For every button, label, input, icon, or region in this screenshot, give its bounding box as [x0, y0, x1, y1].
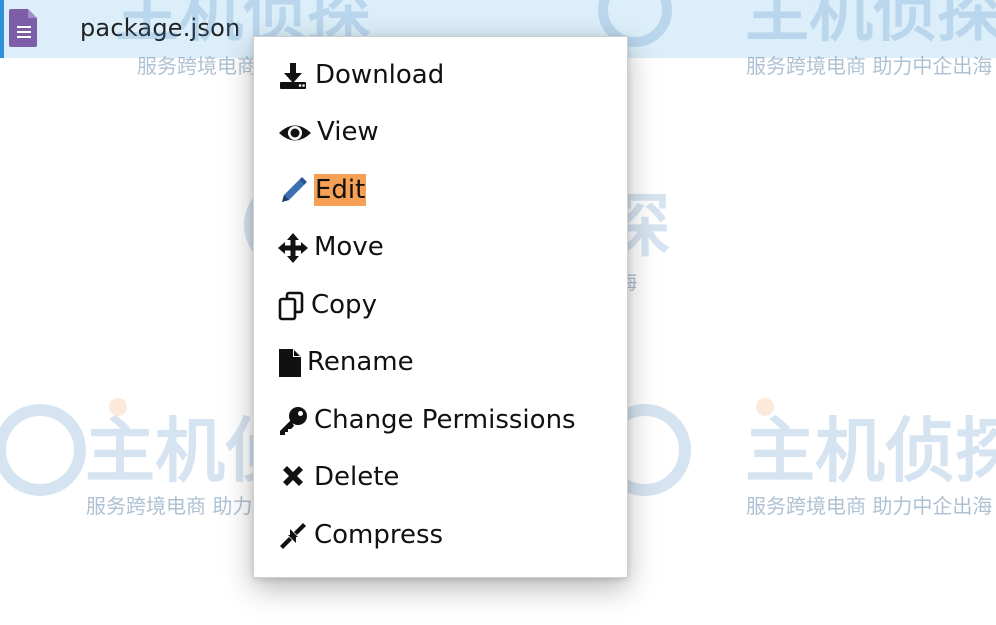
selection-indicator [0, 0, 4, 58]
menu-item-label: Compress [314, 520, 444, 550]
eye-icon [278, 118, 311, 148]
menu-item-delete[interactable]: Delete [254, 451, 627, 503]
menu-item-label: Rename [307, 347, 414, 377]
menu-item-view[interactable]: View [254, 106, 627, 158]
menu-item-label: View [317, 117, 379, 147]
document-icon [8, 7, 40, 49]
menu-item-download[interactable]: Download [254, 49, 627, 101]
menu-item-label: Download [315, 60, 445, 90]
watermark-logo: 主机侦探 [599, 398, 996, 496]
menu-item-label: Move [314, 232, 384, 262]
menu-item-move[interactable]: Move [254, 221, 627, 273]
copy-icon [278, 291, 308, 321]
menu-item-copy[interactable]: Copy [254, 279, 627, 331]
x-icon [280, 463, 310, 493]
context-menu: Download View Edit Move Copy Rename Chan… [253, 36, 628, 578]
menu-item-compress[interactable]: Compress [254, 509, 627, 561]
key-icon [278, 406, 308, 436]
menu-item-label: Edit [314, 174, 367, 206]
file-name[interactable]: package.json [80, 14, 240, 42]
svg-text:主机侦探: 主机侦探 [745, 410, 996, 492]
file-icon [278, 348, 308, 378]
watermark-caption: 服务跨境电商 助力中企出海 [746, 494, 993, 518]
menu-item-change-permissions[interactable]: Change Permissions [254, 394, 627, 446]
menu-item-label: Delete [314, 462, 400, 492]
menu-item-rename[interactable]: Rename [254, 336, 627, 388]
menu-item-label: Change Permissions [314, 405, 576, 435]
download-icon [278, 61, 308, 91]
menu-item-label: Copy [311, 290, 377, 320]
compress-icon [278, 521, 308, 551]
pencil-icon [278, 176, 308, 206]
menu-item-edit[interactable]: Edit [254, 164, 627, 216]
move-arrows-icon [278, 233, 308, 263]
